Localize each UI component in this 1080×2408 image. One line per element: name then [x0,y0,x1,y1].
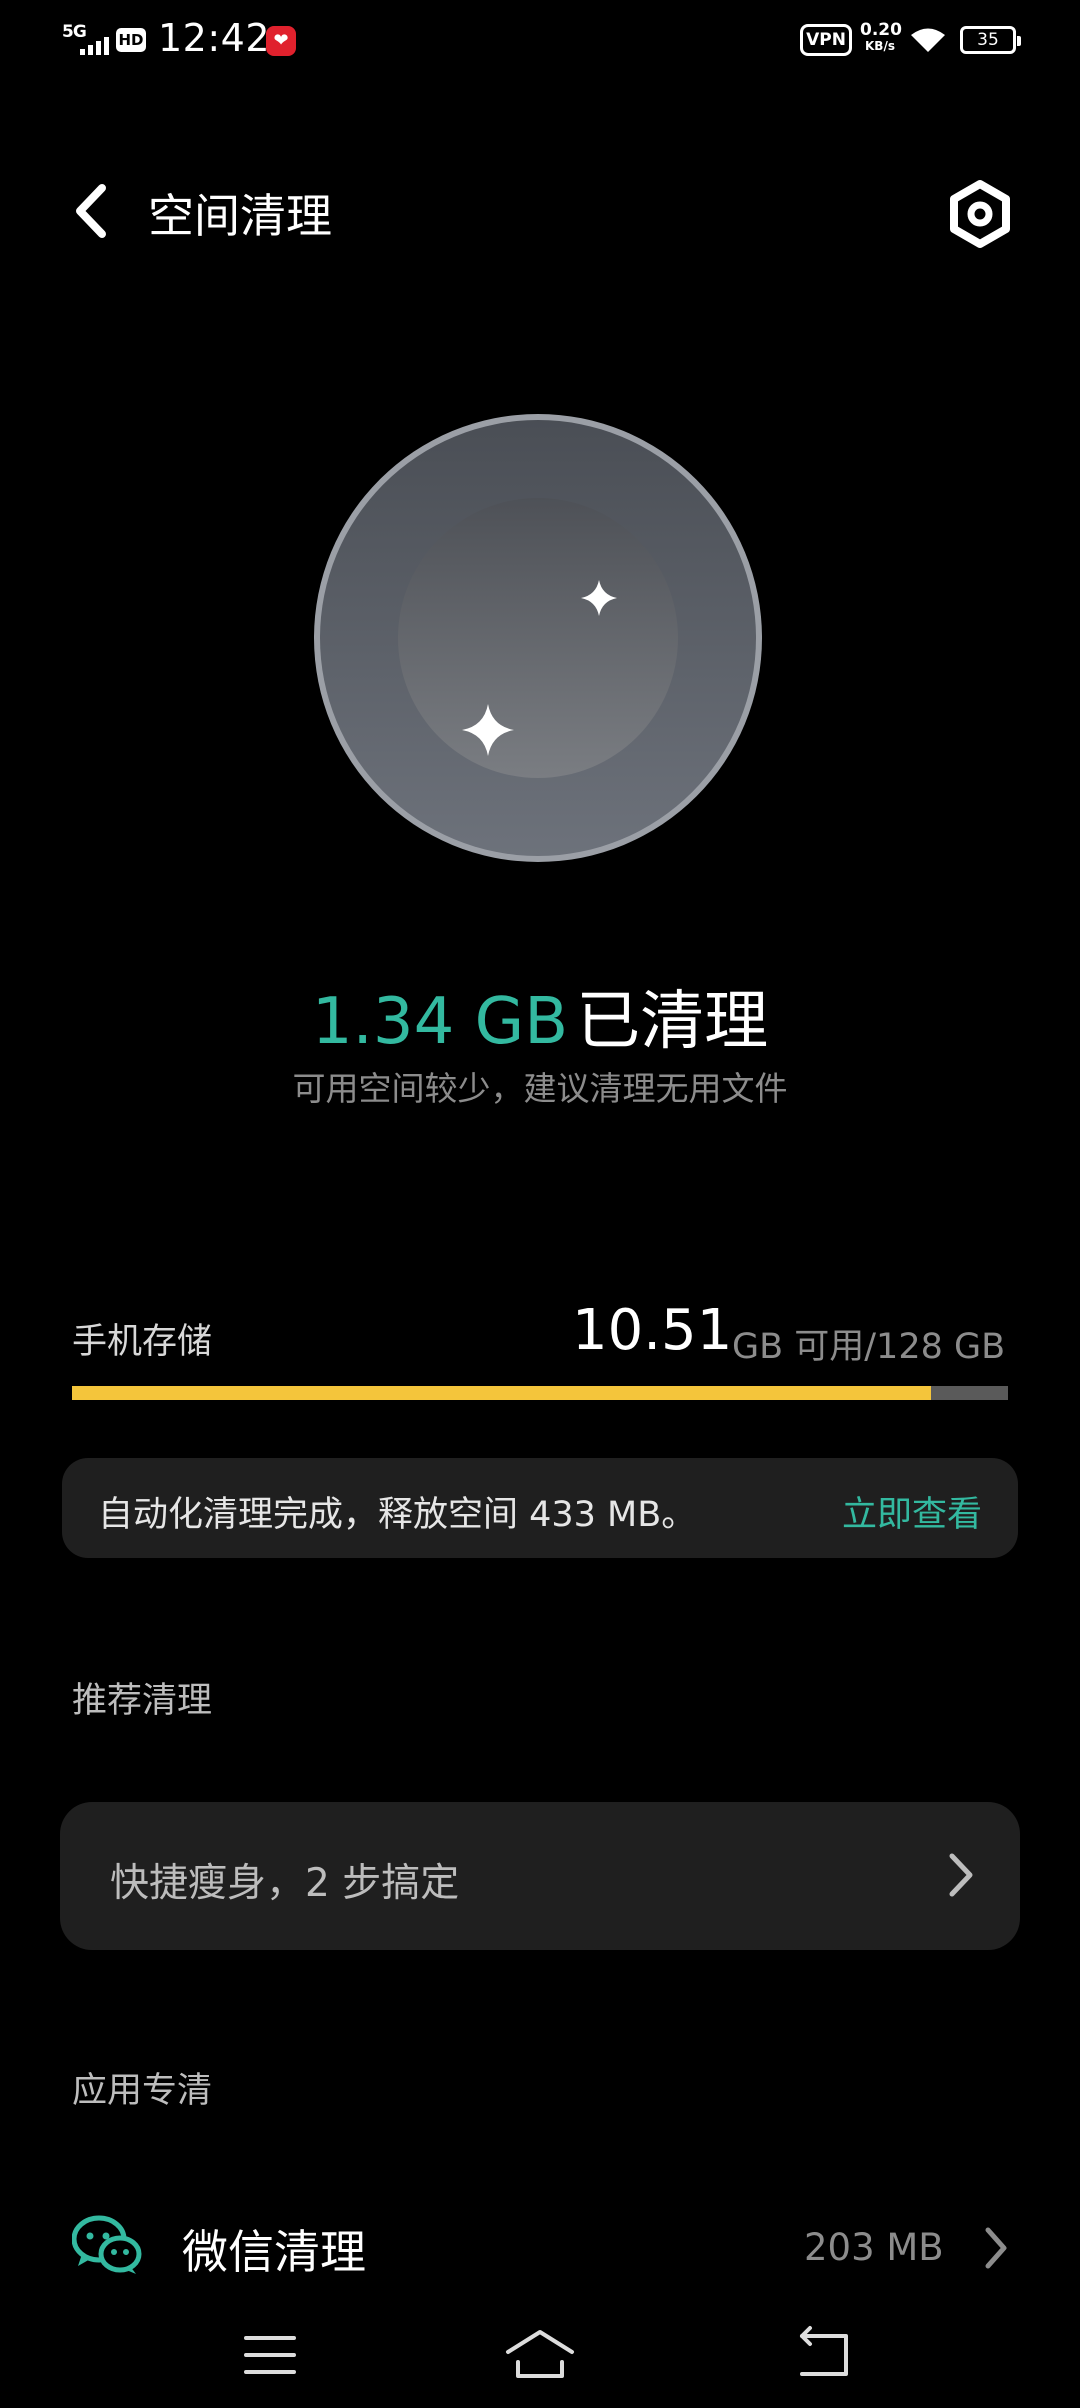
view-now-link[interactable]: 立即查看 [842,1486,982,1537]
cleaned-amount: 1.34 GB [311,985,569,1059]
vpn-badge: VPN [800,24,852,56]
wechat-icon [72,2215,142,2274]
storage-usage-fill [72,1386,932,1400]
storage-label: 手机存储 [72,1322,213,1362]
wechat-clean-label: 微信清理 [182,2225,366,2279]
menu-button[interactable] [230,2320,310,2390]
settings-button[interactable] [944,178,1016,250]
home-button[interactable] [500,2320,580,2390]
quick-slim-label: 快捷瘦身，2 步搞定 [110,1861,460,1906]
recommend-section-title: 推荐清理 [72,1681,213,1721]
auto-clean-notice: 自动化清理完成，释放空间 433 MB。 立即查看 [62,1458,1018,1558]
wechat-clean-size: 203 MB [804,2226,944,2269]
status-bar: 5G HD 12:42 ❤ VPN 0.20 KB/s 35 [0,0,1080,84]
cleaned-summary: 1.34 GB 已清理 [0,970,1080,1062]
storage-total-text: GB 可用/128 GB [732,1327,1006,1367]
storage-free-value: 10.51 [572,1298,733,1363]
trash-bin-illustration [314,414,762,862]
page-title: 空间清理 [148,189,332,243]
chevron-right-icon [985,2227,1007,2269]
network-speed: 0.20 KB/s [860,20,902,54]
battery-level: 35 [977,30,999,50]
status-time: 12:42 [158,16,271,60]
auto-clean-text: 自动化清理完成，释放空间 433 MB。 [98,1495,697,1535]
speed-value: 0.20 [860,20,902,40]
storage-usage-bar [72,1386,1008,1400]
wifi-icon [911,28,945,52]
hd-badge: HD [116,28,146,52]
back-nav-button[interactable] [784,2320,864,2390]
space-cleanup-screen: 5G HD 12:42 ❤ VPN 0.20 KB/s 35 空间清理 1.34… [0,0,1080,2408]
cleaned-label: 已清理 [576,985,769,1059]
back-button[interactable] [62,176,122,246]
battery-icon: 35 [960,26,1021,54]
chevron-right-icon [949,1853,973,1897]
wechat-clean-row[interactable]: 微信清理 203 MB [0,2190,1080,2300]
notification-app-icon: ❤ [266,26,296,56]
app-clean-section-title: 应用专清 [72,2071,213,2111]
system-nav-bar [0,2300,1080,2408]
speed-unit: KB/s [865,39,895,53]
quick-slim-card[interactable]: 快捷瘦身，2 步搞定 [60,1802,1020,1950]
signal-icon: 5G [62,22,112,56]
cleanup-hint: 可用空间较少，建议清理无用文件 [292,1069,788,1108]
